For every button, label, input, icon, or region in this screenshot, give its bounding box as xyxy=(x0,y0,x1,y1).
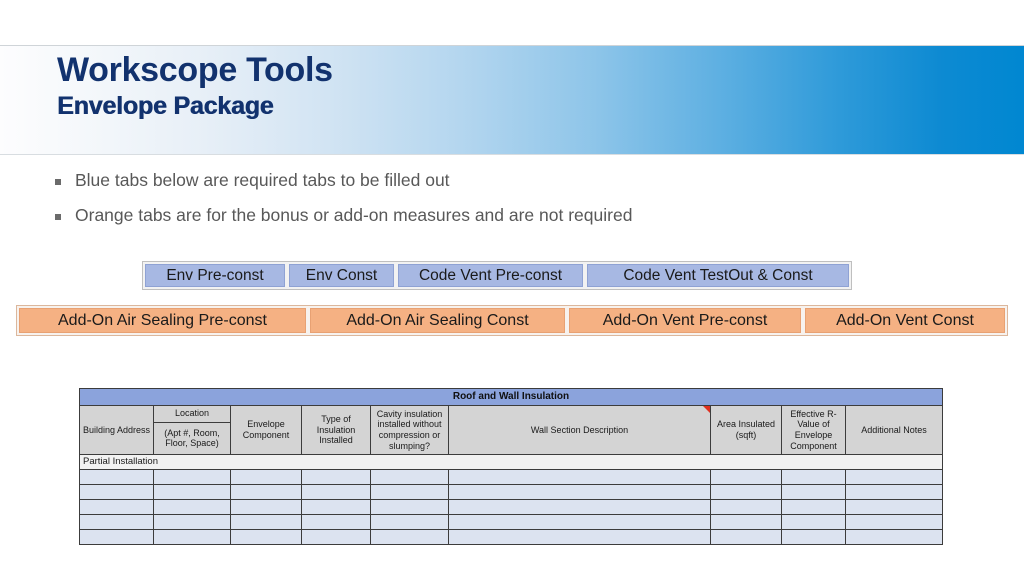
cell-additional-notes[interactable] xyxy=(846,485,942,499)
table-row[interactable] xyxy=(80,500,942,515)
cell-building-address[interactable] xyxy=(80,530,154,544)
tab-add-on-air-sealing-const[interactable]: Add-On Air Sealing Const xyxy=(310,308,565,333)
square-bullet-icon xyxy=(55,179,61,185)
tab-code-vent-pre-const[interactable]: Code Vent Pre-const xyxy=(398,264,583,287)
square-bullet-icon xyxy=(55,213,61,220)
cell-cavity-insulation[interactable] xyxy=(371,530,449,544)
worksheet-header-row: Building Address Location (Apt #, Room, … xyxy=(80,406,942,455)
column-header-wall-section-description: Wall Section Description xyxy=(449,406,711,454)
column-header-effective-r-value: Effective R-Value of Envelope Component xyxy=(782,406,846,454)
cell-additional-notes[interactable] xyxy=(846,500,942,514)
column-header-type-of-insulation-installed: Type of Insulation Installed xyxy=(302,406,371,454)
section-label-partial-installation: Partial Installation xyxy=(80,455,942,470)
cell-cavity-insulation[interactable] xyxy=(371,515,449,529)
cell-type-of-insulation[interactable] xyxy=(302,515,371,529)
bullet-item-blue-tabs: Blue tabs below are required tabs to be … xyxy=(55,170,955,192)
cell-comment-marker-icon xyxy=(703,406,710,413)
cell-wall-section-description[interactable] xyxy=(449,485,711,499)
column-header-additional-notes: Additional Notes xyxy=(861,424,927,435)
cell-effective-r-value[interactable] xyxy=(782,515,846,529)
column-header-location-title: Location xyxy=(154,406,230,423)
column-header-location: Location (Apt #, Room, Floor, Space) xyxy=(154,406,231,454)
cell-cavity-insulation[interactable] xyxy=(371,500,449,514)
column-header-building-address: Building Address xyxy=(80,406,154,454)
cell-effective-r-value[interactable] xyxy=(782,485,846,499)
cell-building-address[interactable] xyxy=(80,470,154,484)
cell-envelope-component[interactable] xyxy=(231,515,302,529)
cell-location[interactable] xyxy=(154,470,231,484)
cell-wall-section-description[interactable] xyxy=(449,530,711,544)
cell-area-insulated[interactable] xyxy=(711,515,782,529)
cell-effective-r-value[interactable] xyxy=(782,500,846,514)
cell-type-of-insulation[interactable] xyxy=(302,470,371,484)
cell-area-insulated[interactable] xyxy=(711,485,782,499)
cell-location[interactable] xyxy=(154,500,231,514)
cell-wall-section-description[interactable] xyxy=(449,515,711,529)
cell-area-insulated[interactable] xyxy=(711,470,782,484)
tab-env-pre-const[interactable]: Env Pre-const xyxy=(145,264,285,287)
cell-effective-r-value[interactable] xyxy=(782,470,846,484)
column-header-wall-section-description-label: Wall Section Description xyxy=(530,424,629,435)
cell-location[interactable] xyxy=(154,515,231,529)
worksheet-title: Roof and Wall Insulation xyxy=(80,389,942,406)
tab-code-vent-testout-and-const[interactable]: Code Vent TestOut & Const xyxy=(587,264,849,287)
cell-area-insulated[interactable] xyxy=(711,530,782,544)
tab-add-on-air-sealing-pre-const[interactable]: Add-On Air Sealing Pre-const xyxy=(19,308,306,333)
cell-envelope-component[interactable] xyxy=(231,530,302,544)
bullet-text: Blue tabs below are required tabs to be … xyxy=(75,170,450,190)
cell-envelope-component[interactable] xyxy=(231,485,302,499)
bullet-item-orange-tabs: Orange tabs are for the bonus or add-on … xyxy=(55,205,955,227)
cell-additional-notes[interactable] xyxy=(846,530,942,544)
cell-effective-r-value[interactable] xyxy=(782,530,846,544)
bullet-text: Orange tabs are for the bonus or add-on … xyxy=(75,204,633,225)
cell-type-of-insulation[interactable] xyxy=(302,530,371,544)
header-title-block: Workscope Tools Envelope Package xyxy=(57,53,333,119)
table-row[interactable] xyxy=(80,470,942,485)
cell-additional-notes[interactable] xyxy=(846,515,942,529)
cell-type-of-insulation[interactable] xyxy=(302,485,371,499)
page-title: Workscope Tools xyxy=(57,51,333,89)
cell-envelope-component[interactable] xyxy=(231,500,302,514)
cell-location[interactable] xyxy=(154,530,231,544)
insulation-worksheet-table[interactable]: Roof and Wall Insulation Building Addres… xyxy=(79,388,943,545)
cell-area-insulated[interactable] xyxy=(711,500,782,514)
column-header-cavity-insulation-question: Cavity insulation installed without comp… xyxy=(371,406,449,454)
required-tabs-strip: Env Pre-const Env Const Code Vent Pre-co… xyxy=(142,261,852,290)
column-header-area-insulated: Area Insulated (sqft) xyxy=(711,406,782,454)
tab-add-on-vent-const[interactable]: Add-On Vent Const xyxy=(805,308,1005,333)
table-row[interactable] xyxy=(80,530,942,544)
addon-tabs-strip: Add-On Air Sealing Pre-const Add-On Air … xyxy=(16,305,1008,336)
column-header-location-detail: (Apt #, Room, Floor, Space) xyxy=(164,427,220,449)
cell-cavity-insulation[interactable] xyxy=(371,485,449,499)
cell-type-of-insulation[interactable] xyxy=(302,500,371,514)
cell-wall-section-description[interactable] xyxy=(449,470,711,484)
cell-building-address[interactable] xyxy=(80,515,154,529)
table-row[interactable] xyxy=(80,485,942,500)
cell-wall-section-description[interactable] xyxy=(449,500,711,514)
column-header-envelope-component: Envelope Component xyxy=(231,406,302,454)
cell-envelope-component[interactable] xyxy=(231,470,302,484)
table-row[interactable] xyxy=(80,515,942,530)
cell-building-address[interactable] xyxy=(80,485,154,499)
cell-cavity-insulation[interactable] xyxy=(371,470,449,484)
cell-location[interactable] xyxy=(154,485,231,499)
bullet-list: Blue tabs below are required tabs to be … xyxy=(55,170,955,240)
cell-building-address[interactable] xyxy=(80,500,154,514)
tab-add-on-vent-pre-const[interactable]: Add-On Vent Pre-const xyxy=(569,308,801,333)
cell-additional-notes[interactable] xyxy=(846,470,942,484)
page-subtitle: Envelope Package xyxy=(57,92,274,120)
tab-env-const[interactable]: Env Const xyxy=(289,264,394,287)
